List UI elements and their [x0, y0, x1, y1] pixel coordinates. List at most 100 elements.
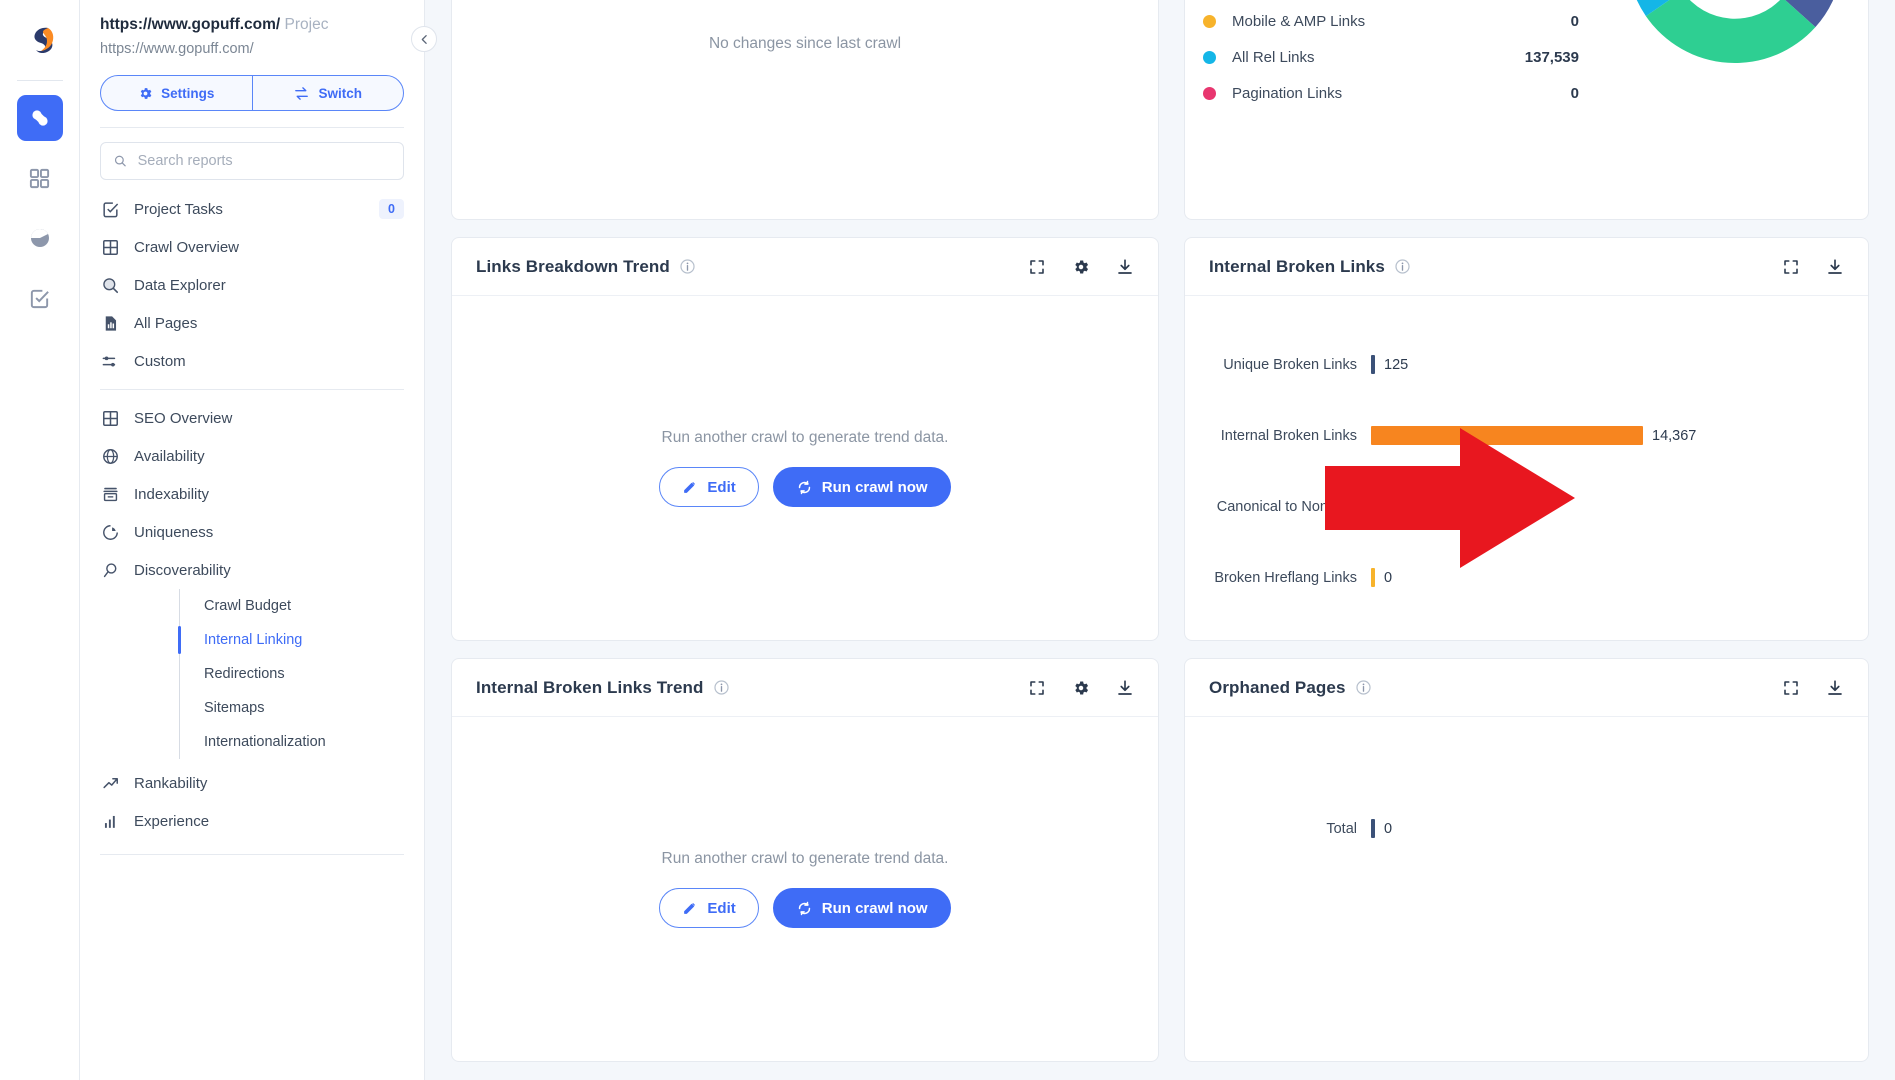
sidebar-collapse-button[interactable] — [411, 26, 437, 52]
download-icon[interactable] — [1826, 679, 1844, 697]
discoverability-subnav: Crawl Budget Internal Linking Redirectio… — [80, 589, 424, 759]
edit-button[interactable]: Edit — [659, 467, 759, 507]
sidebar-subitem-redirections[interactable]: Redirections — [80, 657, 424, 691]
main-content: No changes since last crawl Mobile & AMP… — [425, 0, 1895, 1080]
archive-icon — [100, 484, 120, 504]
legend-item[interactable]: Pagination Links 0 — [1199, 75, 1579, 111]
bar-fill — [1371, 497, 1375, 516]
bar-row[interactable]: Total 0 — [1195, 793, 1834, 864]
card-body: Run another crawl to generate trend data… — [452, 296, 1158, 640]
rail-item-link-tool[interactable] — [16, 95, 63, 141]
switch-button[interactable]: Switch — [251, 76, 404, 110]
expand-icon[interactable] — [1782, 679, 1800, 697]
sidebar-item-uniqueness[interactable]: Uniqueness — [80, 513, 424, 551]
chevron-left-icon — [421, 34, 427, 44]
rail-item-dashboard[interactable] — [17, 215, 63, 261]
legend-label: Pagination Links — [1232, 84, 1343, 102]
legend-color-dot — [1203, 86, 1216, 100]
search-icon — [114, 155, 126, 167]
bar-row[interactable]: Unique Broken Links 125 — [1195, 329, 1834, 400]
bar-track: 14,367 — [1371, 426, 1834, 445]
bar-row[interactable]: Broken Hreflang Links 0 — [1195, 542, 1834, 613]
search-small-icon — [100, 560, 120, 580]
sidebar-item-seo-overview[interactable]: SEO Overview — [80, 399, 424, 437]
sidebar-item-experience[interactable]: Experience — [80, 802, 424, 840]
bar-value: 0 — [1384, 569, 1393, 586]
info-icon[interactable] — [1394, 258, 1411, 275]
search-input[interactable] — [137, 153, 391, 169]
legend-item[interactable]: Mobile & AMP Links 0 — [1199, 3, 1579, 39]
refresh-icon — [798, 901, 810, 915]
card-no-changes: No changes since last crawl — [451, 0, 1159, 220]
sidebar-item-project-tasks[interactable]: Project Tasks 0 — [80, 190, 424, 228]
bar-row[interactable]: Canonical to Non-200 0 — [1195, 471, 1834, 542]
info-icon[interactable] — [713, 679, 730, 696]
empty-actions: Edit Run crawl now — [659, 888, 951, 928]
bar-label: Broken Hreflang Links — [1214, 569, 1357, 586]
search-reports[interactable] — [100, 142, 404, 180]
download-icon[interactable] — [1116, 258, 1134, 276]
legend-color-dot — [1203, 50, 1216, 64]
sidebar-item-indexability[interactable]: Indexability — [80, 475, 424, 513]
run-crawl-button[interactable]: Run crawl now — [772, 888, 951, 928]
bar-fill — [1371, 355, 1375, 374]
bar-value: 125 — [1384, 356, 1409, 373]
sidebar-item-label: All Pages — [134, 314, 198, 332]
sidebar-subitem-internal-linking[interactable]: Internal Linking — [80, 623, 424, 657]
sidebar-item-data-explorer[interactable]: Data Explorer — [80, 266, 424, 304]
sidebar-item-availability[interactable]: Availability — [80, 437, 424, 475]
sidebar-item-crawl-overview[interactable]: Crawl Overview — [80, 228, 424, 266]
rail-divider — [16, 80, 63, 81]
expand-icon[interactable] — [1028, 679, 1046, 697]
expand-icon[interactable] — [1782, 258, 1800, 276]
card-title: Links Breakdown Trend — [476, 256, 670, 276]
dashboard-row-3: Internal Broken Links Trend Run another … — [451, 658, 1869, 1062]
info-icon[interactable] — [679, 258, 696, 275]
legend-item[interactable]: All Rel Links 137,539 — [1199, 39, 1579, 75]
rail-item-apps[interactable] — [17, 155, 63, 201]
edit-button[interactable]: Edit — [659, 888, 759, 928]
gear-icon[interactable] — [1072, 258, 1090, 276]
run-crawl-button[interactable]: Run crawl now — [772, 467, 951, 507]
sidebar-item-label: Data Explorer — [134, 276, 226, 294]
info-icon[interactable] — [1355, 679, 1372, 696]
bar-track: 125 — [1371, 355, 1834, 374]
sidebar-subitem-sitemaps[interactable]: Sitemaps — [80, 691, 424, 725]
bar-row[interactable]: Internal Broken Links 14,367 — [1195, 400, 1834, 471]
links-breakdown-donut-chart[interactable] — [1615, 0, 1855, 80]
sidebar-item-label: Indexability — [134, 485, 210, 503]
card-header: Internal Broken Links — [1185, 238, 1868, 296]
app-root: https://www.gopuff.com/ Projec https://w… — [0, 0, 1895, 1080]
download-icon[interactable] — [1826, 258, 1844, 276]
gear-icon — [140, 87, 152, 99]
settings-button[interactable]: Settings — [101, 76, 252, 110]
card-header: Orphaned Pages — [1185, 659, 1868, 717]
links-breakdown-legend: Mobile & AMP Links 0 All Rel Links 137,5… — [1199, 0, 1579, 219]
bar-value: 0 — [1384, 498, 1393, 515]
gear-icon[interactable] — [1072, 679, 1090, 697]
empty-message: Run another crawl to generate trend data… — [661, 429, 949, 446]
sidebar-item-label: SEO Overview — [134, 409, 233, 427]
sidebar-item-all-pages[interactable]: All Pages — [80, 304, 424, 342]
sidebar-subitem-label: Sitemaps — [204, 700, 265, 716]
rail-item-tasks[interactable] — [17, 275, 63, 321]
expand-icon[interactable] — [1028, 258, 1046, 276]
edit-label: Edit — [707, 899, 736, 917]
link-tool-icon — [31, 110, 48, 126]
sidebar-subitem-internationalization[interactable]: Internationalization — [80, 725, 424, 759]
sidebar-item-discoverability[interactable]: Discoverability — [80, 551, 424, 589]
switch-label: Switch — [318, 85, 362, 101]
bar-chart-icon — [100, 811, 120, 831]
card-header-actions — [1028, 258, 1134, 276]
sidebar-subitem-label: Crawl Budget — [204, 598, 292, 614]
sidebar-subitem-label: Redirections — [204, 666, 285, 682]
globe-icon — [100, 446, 120, 466]
download-icon[interactable] — [1116, 679, 1134, 697]
bar-fill — [1371, 568, 1375, 587]
sidebar-subitem-crawl-budget[interactable]: Crawl Budget — [80, 589, 424, 623]
grid-table-icon — [100, 237, 120, 257]
card-internal-broken-links-trend: Internal Broken Links Trend Run another … — [451, 658, 1159, 1062]
sidebar-item-custom[interactable]: Custom — [80, 342, 424, 380]
legend-color-dot — [1203, 14, 1216, 28]
sidebar-item-rankability[interactable]: Rankability — [80, 764, 424, 802]
